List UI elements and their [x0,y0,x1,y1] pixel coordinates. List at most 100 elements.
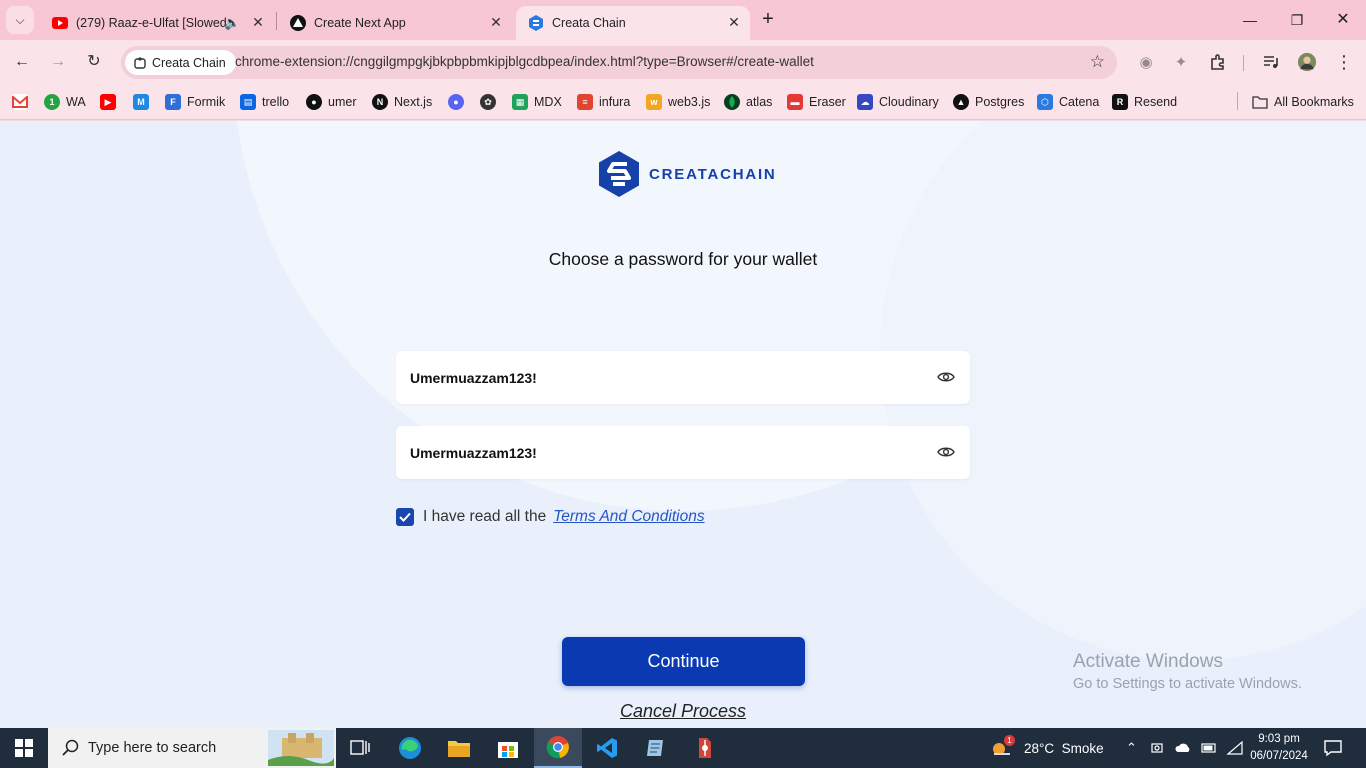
task-view-button[interactable] [336,728,384,768]
discord-icon: ● [448,94,464,110]
bookmark-label: infura [599,95,631,109]
bookmark-atlas[interactable]: atlas [724,92,772,112]
notification-center-button[interactable] [1323,728,1343,768]
bookmark-label: Catena [1059,95,1100,109]
bookmark-mdx[interactable]: ▦ MDX [512,92,562,112]
camera-icon[interactable] [1150,740,1166,756]
weather-text: 28°C Smoke [1024,740,1104,756]
bookmark-mui[interactable]: M [133,92,155,112]
taskbar-file-explorer[interactable] [435,728,483,768]
watermark-title: Activate Windows [1073,651,1223,672]
battery-icon[interactable] [1200,740,1218,756]
speaker-icon[interactable]: 🔈 [224,15,240,31]
address-bar[interactable]: Creata Chain chrome-extension://cnggilgm… [121,46,1117,79]
tab-create-next-app[interactable]: Create Next App ✕ [278,6,512,40]
bookmark-catena[interactable]: ⬡ Catena [1037,92,1099,112]
eye-icon[interactable] [936,442,956,462]
star-icon[interactable]: ☆ [1090,52,1105,72]
bookmark-nextjs[interactable]: N Next.js [372,92,432,112]
tab-separator [276,12,277,30]
close-icon[interactable]: ✕ [488,14,504,30]
nextjs-icon [290,15,306,31]
media-control-icon[interactable] [1261,52,1281,72]
taskbar-microsoft-store[interactable] [484,728,532,768]
chevron-up-icon: ⌃ [1126,740,1137,755]
weather-badge: 1 [1004,735,1015,746]
restore-button[interactable]: ❐ [1287,10,1307,30]
close-window-button[interactable]: ✕ [1333,10,1353,30]
taskbar-app[interactable] [681,728,729,768]
site-info-chip[interactable]: Creata Chain [125,50,236,75]
tab-search-button[interactable]: ⌵ [6,6,34,34]
terms-link[interactable]: Terms And Conditions [553,508,704,526]
search-placeholder: Type here to search [88,740,217,756]
bookmark-umer[interactable]: ● umer [306,92,356,112]
reload-button[interactable]: ↻ [82,50,106,74]
start-button[interactable] [0,728,48,768]
edge-icon [399,737,421,759]
bookmark-resend[interactable]: R Resend [1112,92,1177,112]
close-icon[interactable]: ✕ [250,14,266,30]
tab-youtube[interactable]: (279) Raaz-e-Ulfat [Slowed + Reverb] 🔈 ✕ [40,6,274,40]
extension-icon[interactable]: ◉ [1136,52,1156,72]
bookmark-discord[interactable]: ● [448,92,470,112]
logo-wordmark: CREATACHAIN [649,165,777,183]
url-text[interactable]: chrome-extension://cnggilgmpgkjbkpbpbmki… [235,54,814,69]
taskbar-edge[interactable] [386,728,434,768]
bookmark-openai[interactable]: ✿ [480,92,502,112]
bookmark-wa[interactable]: 1 WA [44,92,86,112]
extension-icon[interactable]: ✦ [1171,52,1191,72]
taskbar-search-box[interactable]: Type here to search [48,728,336,768]
taskbar-notepad[interactable] [632,728,680,768]
mui-icon: M [133,94,149,110]
clock-date: 06/07/2024 [1250,750,1308,762]
bookmark-cloudinary[interactable]: ☁ Cloudinary [857,92,939,112]
minimize-button[interactable]: — [1240,10,1260,30]
forward-button[interactable]: → [46,50,70,74]
bookmark-youtube[interactable]: ▶ [100,92,122,112]
tab-creata-chain[interactable]: Creata Chain ✕ [516,6,750,40]
bookmark-eraser[interactable]: ▬ Eraser [787,92,846,112]
bookmark-infura[interactable]: ≡ infura [577,92,630,112]
trello-icon: ▤ [240,94,256,110]
bookmark-postgres[interactable]: ▲ Postgres [953,92,1024,112]
toolbar-separator [1243,55,1244,71]
close-icon[interactable]: ✕ [726,14,742,30]
eye-icon[interactable] [936,367,956,387]
bookmark-trello[interactable]: ▤ trello [240,92,289,112]
weather-widget[interactable]: 1 28°C Smoke [990,728,1104,768]
continue-button[interactable]: Continue [562,637,805,686]
windows-logo-icon [15,739,33,757]
password-input[interactable] [410,351,910,404]
confirm-password-input[interactable] [410,426,910,479]
git-tool-icon [699,738,711,758]
infura-icon: ≡ [577,94,593,110]
browser-toolbar: ← → ↻ Creata Chain chrome-extension://cn… [0,40,1366,85]
createchain-logo: CREATACHAIN [599,151,777,197]
terms-checkbox[interactable] [396,508,414,526]
back-button[interactable]: ← [10,50,34,74]
create-wallet-page: CREATACHAIN Choose a password for your w… [0,121,1366,728]
show-hidden-icons-button[interactable]: ⌃ [1126,728,1137,768]
profile-avatar[interactable] [1297,52,1317,72]
mdx-icon: ▦ [512,94,528,110]
bookmark-web3js[interactable]: w web3.js [646,92,710,112]
bookmark-label: Next.js [394,95,433,109]
site-chip-label: Creata Chain [152,55,226,70]
bookmark-label: MDX [534,95,562,109]
cancel-process-label[interactable]: Cancel Process [620,701,746,721]
all-bookmarks-button[interactable]: All Bookmarks [1252,92,1354,112]
taskbar-chrome[interactable] [534,728,582,768]
bookmark-label: umer [328,95,357,109]
new-tab-button[interactable]: + [758,9,778,30]
cloud-icon[interactable] [1174,740,1192,756]
taskbar-vscode[interactable] [583,728,631,768]
windows-taskbar: Type here to search 1 28°C Smoke ⌃ 9:03 … [0,728,1366,768]
notepad-icon [647,740,663,756]
tab-strip: ⌵ (279) Raaz-e-Ulfat [Slowed + Reverb] 🔈… [0,0,1366,40]
bookmark-gmail[interactable] [12,92,34,112]
extensions-puzzle-icon[interactable] [1208,52,1228,72]
menu-kebab-icon[interactable]: ⋮ [1334,52,1354,72]
taskbar-clock[interactable]: 9:03 pm 06/07/2024 [1240,731,1318,765]
bookmark-formik[interactable]: F Formik [165,92,225,112]
